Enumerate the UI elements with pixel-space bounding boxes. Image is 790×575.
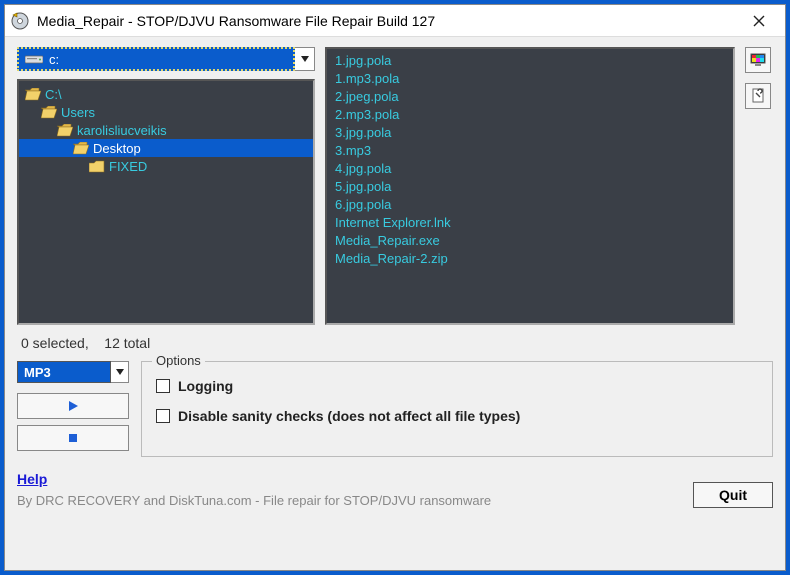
file-item[interactable]: 1.jpg.pola xyxy=(335,53,725,71)
play-icon xyxy=(67,400,79,412)
file-item[interactable]: Media_Repair-2.zip xyxy=(335,251,725,269)
format-dropdown-button[interactable] xyxy=(111,361,129,383)
repair-button[interactable] xyxy=(745,83,771,109)
chevron-down-icon xyxy=(116,369,124,375)
app-icon xyxy=(11,12,29,30)
bottom-row: MP3 xyxy=(17,361,773,457)
options-legend: Options xyxy=(152,353,205,368)
format-selector-row: MP3 xyxy=(17,361,129,383)
option-sanity-row: Disable sanity checks (does not affect a… xyxy=(156,408,758,424)
file-list[interactable]: 1.jpg.pola1.mp3.pola2.jpeg.pola2.mp3.pol… xyxy=(325,47,735,325)
tree-item[interactable]: Users xyxy=(19,103,313,121)
file-item[interactable]: 3.jpg.pola xyxy=(335,125,725,143)
drive-dropdown-button[interactable] xyxy=(295,47,315,71)
tree-item-label: Desktop xyxy=(93,141,141,156)
left-pane: c: C:\ Users karolisliucveikis Desktop FIXED xyxy=(17,47,315,325)
folder-open-icon xyxy=(57,124,73,137)
controls-column: MP3 xyxy=(17,361,129,457)
monitor-button[interactable] xyxy=(745,47,771,73)
status-line: 0 selected, 12 total xyxy=(21,335,769,351)
file-item[interactable]: 2.jpeg.pola xyxy=(335,89,725,107)
credits-text: By DRC RECOVERY and DiskTuna.com - File … xyxy=(17,493,693,508)
titlebar: Media_Repair - STOP/DJVU Ransomware File… xyxy=(5,5,785,37)
side-toolbar xyxy=(745,47,773,325)
file-item[interactable]: 3.mp3 xyxy=(335,143,725,161)
tree-item-label: karolisliucveikis xyxy=(77,123,167,138)
sanity-label: Disable sanity checks (does not affect a… xyxy=(178,408,520,424)
status-total: 12 total xyxy=(104,335,150,351)
file-item[interactable]: 6.jpg.pola xyxy=(335,197,725,215)
file-item[interactable]: 2.mp3.pola xyxy=(335,107,725,125)
file-item[interactable]: 4.jpg.pola xyxy=(335,161,725,179)
close-icon xyxy=(753,15,765,27)
content-area: c: C:\ Users karolisliucveikis Desktop FIXED… xyxy=(5,37,785,570)
app-window: Media_Repair - STOP/DJVU Ransomware File… xyxy=(4,4,786,571)
file-item[interactable]: Internet Explorer.lnk xyxy=(335,215,725,233)
drive-combo[interactable]: c: xyxy=(17,47,295,71)
format-combo[interactable]: MP3 xyxy=(17,361,111,383)
footer: Help By DRC RECOVERY and DiskTuna.com - … xyxy=(17,457,773,508)
monitor-icon xyxy=(750,53,766,67)
help-link[interactable]: Help xyxy=(17,471,47,487)
drive-selector-row: c: xyxy=(17,47,315,71)
status-selected: 0 selected, xyxy=(21,335,89,351)
format-value: MP3 xyxy=(24,365,51,380)
tree-item[interactable]: Desktop xyxy=(19,139,313,157)
tree-item-label: Users xyxy=(61,105,95,120)
folder-open-icon xyxy=(73,142,89,155)
window-title: Media_Repair - STOP/DJVU Ransomware File… xyxy=(37,13,739,29)
play-button[interactable] xyxy=(17,393,129,419)
drive-label: c: xyxy=(49,52,59,67)
stop-button[interactable] xyxy=(17,425,129,451)
wrench-document-icon xyxy=(751,88,765,104)
quit-button[interactable]: Quit xyxy=(693,482,773,508)
drive-icon xyxy=(25,53,43,65)
tree-item[interactable]: FIXED xyxy=(19,157,313,175)
tree-item-label: FIXED xyxy=(109,159,147,174)
chevron-down-icon xyxy=(301,56,309,62)
logging-label: Logging xyxy=(178,378,233,394)
file-item[interactable]: 1.mp3.pola xyxy=(335,71,725,89)
panes-row: c: C:\ Users karolisliucveikis Desktop FIXED… xyxy=(17,47,773,325)
logging-checkbox[interactable] xyxy=(156,379,170,393)
options-groupbox: Options Logging Disable sanity checks (d… xyxy=(141,361,773,457)
option-logging-row: Logging xyxy=(156,378,758,394)
folder-tree[interactable]: C:\ Users karolisliucveikis Desktop FIXED xyxy=(17,79,315,325)
quit-label: Quit xyxy=(719,487,747,503)
tree-item[interactable]: karolisliucveikis xyxy=(19,121,313,139)
folder-open-icon xyxy=(25,88,41,101)
tree-item-label: C:\ xyxy=(45,87,62,102)
file-item[interactable]: Media_Repair.exe xyxy=(335,233,725,251)
folder-open-icon xyxy=(41,106,57,119)
file-item[interactable]: 5.jpg.pola xyxy=(335,179,725,197)
tree-item[interactable]: C:\ xyxy=(19,85,313,103)
close-button[interactable] xyxy=(739,7,779,35)
folder-icon xyxy=(89,160,105,173)
sanity-checkbox[interactable] xyxy=(156,409,170,423)
stop-icon xyxy=(67,432,79,444)
